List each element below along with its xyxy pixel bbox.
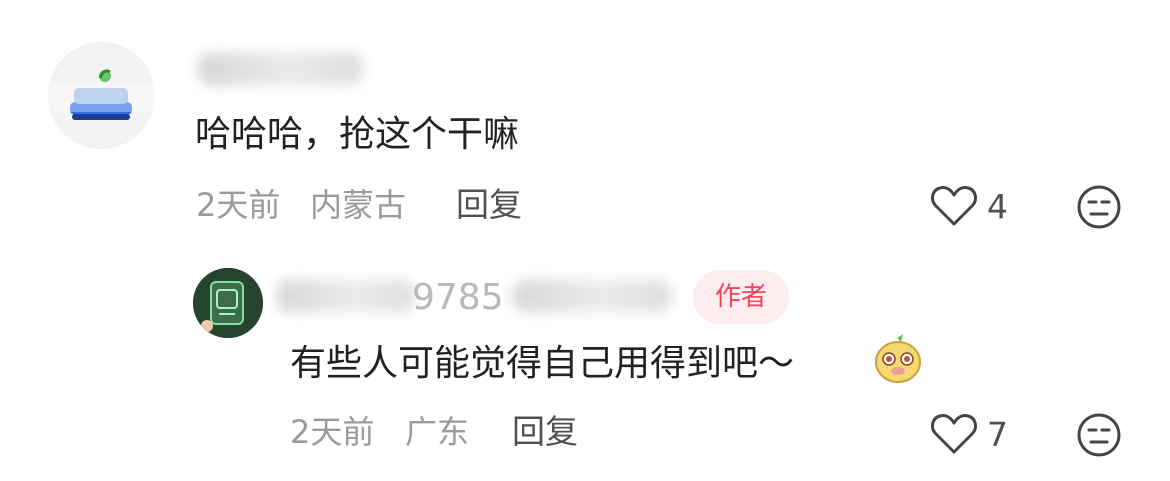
- reply-button[interactable]: 回复: [512, 415, 578, 448]
- dislike-face-icon[interactable]: [1076, 412, 1122, 458]
- comment-location: 内蒙古: [310, 186, 407, 224]
- comment-location: 广东: [405, 413, 470, 451]
- author-badge: 作者: [693, 270, 789, 324]
- like-count: 7: [987, 415, 1008, 454]
- comment-text: 有些人可能觉得自己用得到吧～: [290, 343, 795, 384]
- like-heart-icon[interactable]: [930, 412, 978, 456]
- comment-time: 2天前: [196, 186, 281, 224]
- commenter-avatar[interactable]: [48, 42, 155, 149]
- comment-time: 2天前: [290, 413, 375, 451]
- dislike-face-icon[interactable]: [1076, 184, 1122, 230]
- username-blurred-right[interactable]: [512, 280, 672, 312]
- like-heart-icon[interactable]: [930, 184, 978, 228]
- comment-text: 哈哈哈，抢这个干嘛: [195, 114, 520, 155]
- username-blurred-left[interactable]: [276, 280, 416, 312]
- avatar-image: [48, 42, 155, 149]
- cute-emoji-icon: [873, 332, 923, 384]
- username-suffix: 9785: [412, 277, 504, 318]
- reply-button[interactable]: 回复: [456, 188, 522, 221]
- like-count: 4: [987, 187, 1008, 226]
- avatar-image: [193, 268, 263, 338]
- username-blurred[interactable]: [198, 52, 363, 86]
- author-avatar[interactable]: [193, 268, 263, 338]
